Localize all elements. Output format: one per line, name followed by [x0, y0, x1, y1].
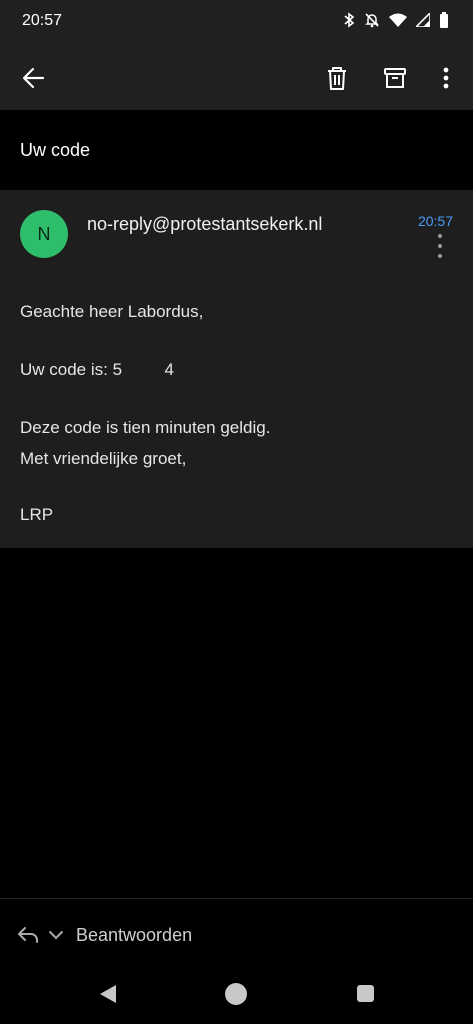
delete-button[interactable] [321, 62, 353, 94]
nav-recents-button[interactable] [357, 985, 374, 1002]
reply-button[interactable]: Beantwoorden [16, 920, 192, 950]
status-time: 20:57 [22, 12, 63, 29]
bluetooth-icon [343, 12, 355, 28]
more-vertical-icon [443, 67, 449, 89]
body-validity: Deze code is tien minuten geldig. [20, 418, 271, 437]
sender-avatar[interactable]: N [20, 210, 68, 258]
arrow-left-icon [22, 67, 45, 89]
battery-icon [439, 12, 449, 28]
sender-address[interactable]: no-reply@protestantsekerk.nl [87, 214, 322, 235]
archive-icon [384, 68, 406, 88]
reply-divider [0, 898, 473, 899]
more-options-button[interactable] [430, 62, 462, 94]
reply-label: Beantwoorden [76, 924, 193, 945]
top-app-bar [0, 46, 473, 110]
status-icons [343, 12, 449, 28]
nav-back-button[interactable] [98, 983, 118, 1010]
email-subject: Uw code [20, 140, 91, 160]
back-button[interactable] [18, 62, 50, 94]
trash-icon [328, 67, 346, 90]
body-closing: Met vriendelijke groet, [20, 449, 187, 468]
more-vertical-icon [438, 234, 442, 238]
message-time: 20:57 [417, 213, 453, 229]
bell-off-icon [364, 12, 380, 28]
chevron-down-icon[interactable] [48, 929, 64, 941]
triangle-back-icon [100, 985, 116, 1003]
wifi-icon [389, 13, 407, 27]
reply-icon [18, 927, 38, 943]
body-signature: LRP [20, 505, 54, 524]
signal-icon [416, 13, 430, 27]
message-more-button[interactable] [432, 234, 448, 258]
nav-home-button[interactable] [225, 983, 247, 1005]
body-code-line: Uw code is: 5 4 [20, 360, 175, 379]
body-greeting: Geachte heer Labordus, [20, 302, 204, 321]
archive-button[interactable] [379, 62, 411, 94]
